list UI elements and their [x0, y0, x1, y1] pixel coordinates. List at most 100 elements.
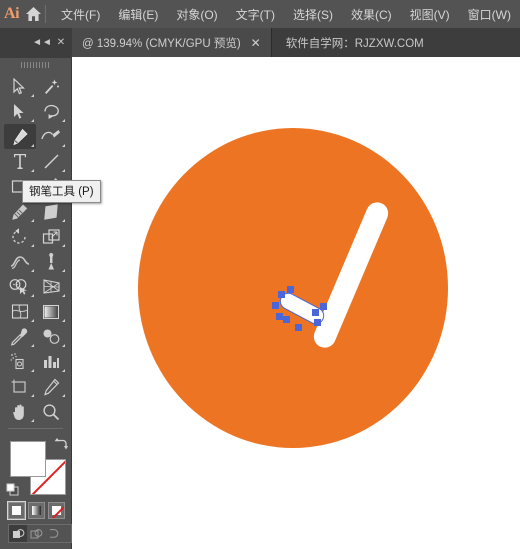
perspective-grid-tool[interactable] — [36, 274, 68, 299]
free-transform-tool[interactable] — [36, 249, 68, 274]
document-tab[interactable]: @ 139.94% (CMYK/GPU 预览) ✕ — [72, 28, 272, 57]
tool-corner-indicator — [30, 419, 34, 422]
draw-normal-button[interactable] — [9, 525, 27, 542]
menu-item-view[interactable]: 视图(V) — [401, 2, 459, 27]
eyedropper-tool[interactable] — [4, 324, 36, 349]
gradient-tool[interactable] — [36, 299, 68, 324]
menu-item-file[interactable]: 文件(F) — [52, 2, 109, 27]
tool-corner-indicator — [62, 269, 65, 272]
slice-tool[interactable] — [36, 374, 68, 399]
tool-corner-indicator — [30, 294, 34, 297]
tool-corner-indicator — [30, 244, 34, 247]
home-icon[interactable] — [23, 0, 43, 28]
watermark-tab-label: 软件自学网：RJZXW.COM — [285, 37, 424, 50]
tool-corner-indicator — [62, 144, 65, 147]
lasso-tool[interactable] — [36, 99, 68, 124]
ai-logo: Ai — [4, 5, 20, 22]
tool-corner-indicator — [30, 119, 34, 122]
gradient-mode-button[interactable] — [28, 502, 45, 519]
selection-tool[interactable] — [4, 74, 36, 99]
tool-corner-indicator — [62, 394, 65, 397]
artboard-tool[interactable] — [4, 374, 36, 399]
tool-corner-indicator — [30, 344, 34, 347]
symbol-sprayer-tool[interactable] — [4, 349, 36, 374]
anchor-point[interactable] — [272, 302, 279, 309]
tool-corner-indicator — [30, 144, 34, 147]
none-mode-button[interactable] — [48, 502, 65, 519]
tool-corner-indicator — [30, 394, 34, 397]
hand-tool[interactable] — [4, 399, 36, 424]
color-mode-button[interactable] — [7, 501, 26, 520]
line-segment-tool[interactable] — [36, 149, 68, 174]
tool-corner-indicator — [30, 219, 34, 222]
tool-corner-indicator — [62, 344, 65, 347]
fill-swatch[interactable] — [10, 441, 46, 477]
toolbar-separator — [8, 428, 63, 429]
tool-grid — [0, 72, 71, 424]
watermark-tab: 软件自学网：RJZXW.COM — [272, 28, 440, 57]
pen-tool[interactable] — [4, 124, 36, 149]
document-tab-bar: @ 139.94% (CMYK/GPU 预览) ✕ 软件自学网：RJZXW.CO… — [0, 28, 520, 57]
grip-lines-icon — [20, 62, 51, 68]
paint-mode-row — [7, 501, 72, 520]
artboard-canvas[interactable] — [72, 57, 520, 549]
anchor-point[interactable] — [295, 324, 302, 331]
illustrator-window: Ai 文件(F) 编辑(E) 对象(O) 文字(T) 选择(S) 效果(C) 视… — [0, 0, 520, 549]
tool-corner-indicator — [62, 244, 65, 247]
menu-divider — [45, 5, 47, 23]
menu-item-object[interactable]: 对象(O) — [167, 2, 226, 27]
shape-builder-tool[interactable] — [4, 274, 36, 299]
tool-tooltip: 钢笔工具 (P) — [22, 180, 101, 203]
menu-item-effect[interactable]: 效果(C) — [342, 2, 401, 27]
tool-corner-indicator — [62, 294, 65, 297]
tool-corner-indicator — [30, 94, 34, 97]
tool-corner-indicator — [62, 319, 65, 322]
blend-tool[interactable] — [36, 324, 68, 349]
color-controls — [0, 433, 72, 549]
draw-behind-button[interactable] — [27, 525, 45, 542]
drawing-mode-row — [8, 524, 72, 543]
tool-corner-indicator — [30, 269, 34, 272]
menu-item-type[interactable]: 文字(T) — [227, 2, 284, 27]
scale-tool[interactable] — [36, 224, 68, 249]
tools-panel: ◄◄ ✕ 钢笔工具 (P) — [0, 28, 101, 549]
anchor-point[interactable] — [276, 313, 283, 320]
direct-selection-tool[interactable] — [4, 99, 36, 124]
tool-corner-indicator — [62, 169, 65, 172]
tool-corner-indicator — [30, 369, 34, 372]
close-panel-icon[interactable]: ✕ — [55, 37, 67, 49]
collapse-panel-icon[interactable]: ◄◄ — [32, 37, 52, 49]
tool-corner-indicator — [30, 169, 34, 172]
close-icon[interactable]: ✕ — [249, 37, 263, 49]
tool-corner-indicator — [62, 119, 65, 122]
anchor-point[interactable] — [283, 316, 290, 323]
tool-corner-indicator — [62, 219, 65, 222]
tool-corner-indicator — [30, 319, 34, 322]
curvature-tool[interactable] — [36, 124, 68, 149]
anchor-point[interactable] — [287, 286, 294, 293]
mesh-tool[interactable] — [4, 299, 36, 324]
type-tool[interactable] — [4, 149, 36, 174]
menu-items: 文件(F) 编辑(E) 对象(O) 文字(T) 选择(S) 效果(C) 视图(V… — [52, 2, 520, 27]
anchor-point[interactable] — [278, 291, 285, 298]
magic-wand-tool[interactable] — [36, 74, 68, 99]
width-tool[interactable] — [4, 249, 36, 274]
document-tab-label: @ 139.94% (CMYK/GPU 预览) — [82, 37, 241, 50]
rotate-tool[interactable] — [4, 224, 36, 249]
draw-inside-button[interactable] — [45, 525, 63, 542]
anchor-point[interactable] — [314, 319, 321, 326]
swap-fill-stroke-icon[interactable] — [54, 437, 68, 451]
anchor-point[interactable] — [312, 309, 319, 316]
menu-item-edit[interactable]: 编辑(E) — [109, 2, 167, 27]
column-graph-tool[interactable] — [36, 349, 68, 374]
tool-corner-indicator — [62, 369, 65, 372]
menu-item-select[interactable]: 选择(S) — [284, 2, 342, 27]
tools-panel-header: ◄◄ ✕ — [0, 28, 72, 58]
fill-stroke-swatches — [6, 437, 68, 497]
menu-item-window[interactable]: 窗口(W) — [459, 2, 520, 27]
panel-drag-handle[interactable] — [0, 58, 71, 72]
menu-bar: Ai 文件(F) 编辑(E) 对象(O) 文字(T) 选择(S) 效果(C) 视… — [0, 0, 520, 28]
anchor-point[interactable] — [320, 303, 327, 310]
zoom-tool[interactable] — [36, 399, 68, 424]
default-fill-stroke-icon[interactable] — [6, 483, 20, 497]
